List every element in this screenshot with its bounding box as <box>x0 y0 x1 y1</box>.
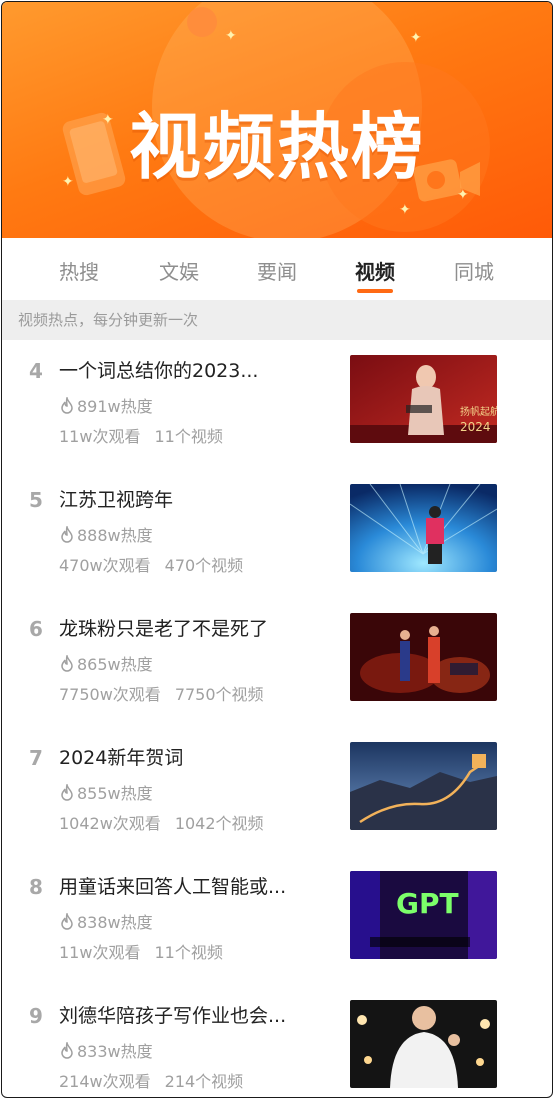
video-thumbnail[interactable]: 扬帆起航 2024 <box>350 355 497 443</box>
item-stats: 214w次观看 214个视频 <box>59 1068 243 1092</box>
list-item[interactable]: 8 用童话来回答人工智能或... 838w热度 11w次观看 11个视频 GPT <box>2 856 552 985</box>
item-stats: 11w次观看 11个视频 <box>59 939 223 963</box>
heat-text: 833w热度 <box>77 1042 153 1061</box>
active-tab-indicator <box>357 289 393 293</box>
item-title[interactable]: 江苏卫视跨年 <box>59 485 173 512</box>
heat-value: 838w热度 <box>59 909 153 933</box>
view-count: 11w次观看 <box>59 427 141 446</box>
view-count: 7750w次观看 <box>59 685 161 704</box>
sparkle-icon: ✦ <box>410 30 422 46</box>
hot-video-banner: ✦ ✦ ✦ ✦ ✦ ✦ 视频热榜 <box>2 2 552 238</box>
heat-value: 865w热度 <box>59 651 153 675</box>
video-count: 11个视频 <box>154 427 223 446</box>
banner-ball-icon <box>187 7 217 37</box>
video-thumbnail[interactable] <box>350 1000 497 1088</box>
heat-value: 891w热度 <box>59 393 153 417</box>
list-item[interactable]: 4 一个词总结你的2023... 891w热度 11w次观看 11个视频 扬帆起航… <box>2 340 552 469</box>
heat-text: 838w热度 <box>77 913 153 932</box>
item-title[interactable]: 一个词总结你的2023... <box>59 356 258 383</box>
flame-icon <box>61 526 73 543</box>
flame-icon <box>61 1042 73 1059</box>
item-stats: 1042w次观看 1042个视频 <box>59 810 264 834</box>
rank-number: 4 <box>29 359 43 383</box>
category-tabs: 热搜 文娱 要闻 视频 同城 <box>2 238 552 300</box>
thumbnail-great-wall-image <box>350 742 497 830</box>
tab-entertainment[interactable]: 文娱 <box>139 256 219 285</box>
item-title[interactable]: 刘德华陪孩子写作业也会... <box>59 1001 286 1028</box>
video-count: 1042个视频 <box>174 814 264 833</box>
view-count: 11w次观看 <box>59 943 141 962</box>
item-stats: 11w次观看 11个视频 <box>59 423 223 447</box>
tab-local[interactable]: 同城 <box>434 256 514 285</box>
tab-video[interactable]: 视频 <box>335 256 415 285</box>
list-item[interactable]: 5 江苏卫视跨年 888w热度 470w次观看 470个视频 <box>2 469 552 598</box>
item-stats: 7750w次观看 7750个视频 <box>59 681 264 705</box>
video-thumbnail[interactable] <box>350 613 497 701</box>
thumb-gpt-logo: GPT <box>396 887 459 920</box>
item-title[interactable]: 龙珠粉只是老了不是死了 <box>59 614 268 641</box>
item-stats: 470w次观看 470个视频 <box>59 552 243 576</box>
flame-icon <box>61 397 73 414</box>
thumbnail-concert-image <box>350 484 497 572</box>
rank-number: 7 <box>29 746 43 770</box>
video-count: 11个视频 <box>154 943 223 962</box>
heat-text: 865w热度 <box>77 655 153 674</box>
heat-text: 891w热度 <box>77 397 153 416</box>
video-count: 470个视频 <box>164 556 244 575</box>
thumbnail-gpt-stage-image: GPT <box>350 871 497 959</box>
flame-icon <box>61 784 73 801</box>
app-frame: ✦ ✦ ✦ ✦ ✦ ✦ 视频热榜 热搜 文娱 要闻 视频 同城 视频热点，每分钟… <box>1 1 553 1098</box>
tab-hot-search[interactable]: 热搜 <box>39 256 119 285</box>
video-thumbnail[interactable] <box>350 484 497 572</box>
tab-news[interactable]: 要闻 <box>237 256 317 285</box>
thumb-year: 2024 <box>460 420 491 434</box>
video-thumbnail[interactable] <box>350 742 497 830</box>
item-title[interactable]: 2024新年贺词 <box>59 743 183 770</box>
heat-text: 855w热度 <box>77 784 153 803</box>
thumb-caption: 扬帆起航 <box>460 405 497 418</box>
rank-number: 8 <box>29 875 43 899</box>
heat-value: 855w热度 <box>59 780 153 804</box>
heat-text: 888w热度 <box>77 526 153 545</box>
list-item[interactable]: 6 龙珠粉只是老了不是死了 865w热度 7750w次观看 7750个视频 <box>2 598 552 727</box>
flame-icon <box>61 655 73 672</box>
list-item[interactable]: 9 刘德华陪孩子写作业也会... 833w热度 214w次观看 214个视频 <box>2 985 552 1097</box>
sparkle-icon: ✦ <box>225 28 237 44</box>
heat-value: 833w热度 <box>59 1038 153 1062</box>
rank-number: 5 <box>29 488 43 512</box>
thumbnail-stage-image: 扬帆起航 2024 <box>350 355 497 443</box>
rank-number: 9 <box>29 1004 43 1028</box>
thumbnail-person-image <box>350 1000 497 1088</box>
update-notice: 视频热点，每分钟更新一次 <box>2 300 552 340</box>
sparkle-icon: ✦ <box>399 202 411 218</box>
heat-value: 888w热度 <box>59 522 153 546</box>
view-count: 214w次观看 <box>59 1072 151 1091</box>
list-item[interactable]: 7 2024新年贺词 855w热度 1042w次观看 1042个视频 <box>2 727 552 856</box>
item-title[interactable]: 用童话来回答人工智能或... <box>59 872 286 899</box>
video-count: 7750个视频 <box>174 685 264 704</box>
thumbnail-dance-image <box>350 613 497 701</box>
rank-number: 6 <box>29 617 43 641</box>
view-count: 470w次观看 <box>59 556 151 575</box>
view-count: 1042w次观看 <box>59 814 161 833</box>
banner-title: 视频热榜 <box>128 105 425 189</box>
video-thumbnail[interactable]: GPT <box>350 871 497 959</box>
video-count: 214个视频 <box>164 1072 244 1091</box>
flame-icon <box>61 913 73 930</box>
